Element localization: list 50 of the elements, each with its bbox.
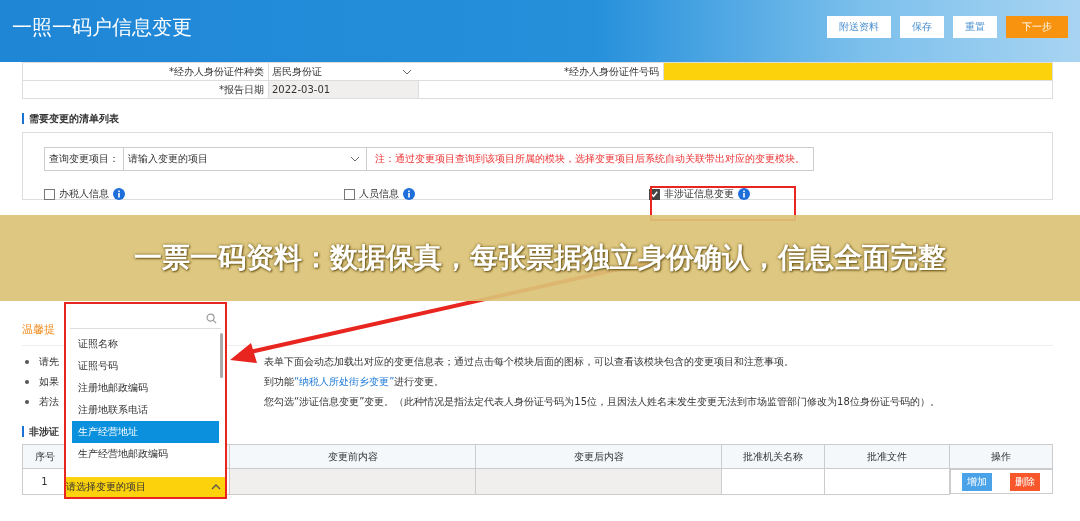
chevron-down-icon bbox=[402, 68, 412, 75]
section-title: 需要变更的清单列表 bbox=[22, 113, 119, 124]
checkbox[interactable] bbox=[44, 188, 55, 200]
column-header: 变更前内容 bbox=[229, 444, 476, 469]
tip-text: 到功能 bbox=[264, 375, 294, 389]
dropdown-option[interactable]: 证照号码 bbox=[72, 355, 219, 377]
toolbar-button[interactable]: 重置 bbox=[953, 16, 997, 38]
checkbox[interactable] bbox=[344, 188, 355, 200]
chevron-down-icon bbox=[350, 156, 360, 162]
dropdown-option[interactable]: 生产经营地邮政编码 bbox=[72, 443, 219, 465]
page-title: 一照一码户信息变更 bbox=[12, 13, 192, 41]
bullet-icon bbox=[25, 400, 29, 404]
toolbar-button[interactable]: 保存 bbox=[900, 16, 944, 38]
toolbar-button[interactable]: 附送资料 bbox=[827, 16, 891, 38]
section-title: 非涉证 bbox=[22, 426, 59, 437]
chevron-up-icon bbox=[211, 484, 221, 490]
tips-title: 温馨提 bbox=[22, 322, 55, 337]
scrollbar-thumb[interactable] bbox=[220, 333, 223, 378]
column-header: 批准文件 bbox=[824, 444, 950, 469]
column-header: 批准机关名称 bbox=[721, 444, 825, 469]
info-icon[interactable] bbox=[403, 188, 415, 200]
query-label: 查询变更项目： bbox=[45, 148, 124, 170]
checkbox-label: 人员信息 bbox=[359, 187, 399, 201]
query-note: 注：通过变更项目查询到该项目所属的模块，选择变更项目后系统自动关联带出对应的变更模块。 bbox=[374, 152, 806, 166]
input-field[interactable] bbox=[663, 63, 1052, 80]
column-header: 操作 bbox=[949, 444, 1053, 469]
tip-text: 如果 bbox=[39, 375, 59, 389]
bullet-icon bbox=[25, 380, 29, 384]
checkbox-label: 办税人信息 bbox=[59, 187, 109, 201]
caption-text: 一票一码资料：数据保真，每张票据独立身份确认，信息全面完整 bbox=[133, 241, 947, 275]
column-header: 序号 bbox=[22, 444, 67, 469]
select-field[interactable]: 请选择变更的项目 bbox=[66, 477, 225, 497]
date-field[interactable]: 2022-03-01 bbox=[268, 81, 418, 98]
info-icon[interactable] bbox=[738, 188, 750, 200]
query-select[interactable]: 请输入变更的项目 bbox=[124, 148, 367, 170]
info-icon[interactable] bbox=[113, 188, 125, 200]
tip-text: 进行变更。 bbox=[394, 375, 445, 389]
tip-text: 表单下面会动态加载出对应的变更信息表；通过点击每个模块后面的图标，可以查看该模块包含的变更项目和注意事项。 bbox=[264, 355, 794, 369]
tip-text: 请先 bbox=[39, 355, 59, 369]
dropdown-option[interactable]: 证照名称 bbox=[72, 333, 219, 355]
dropdown-option[interactable]: 注册地邮政编码 bbox=[72, 377, 219, 399]
column-header: 变更后内容 bbox=[475, 444, 722, 469]
bullet-icon bbox=[25, 360, 29, 364]
dropdown-option[interactable]: 注册地联系电话 bbox=[72, 399, 219, 421]
checkbox[interactable] bbox=[649, 188, 660, 200]
tip-link[interactable]: “纳税人所处街乡变更” bbox=[294, 375, 395, 389]
search-icon bbox=[206, 312, 217, 324]
tip-text: 若法 bbox=[39, 395, 59, 409]
checkbox-label: 非涉证信息变更 bbox=[664, 187, 734, 201]
tip-text: 您勾选“涉证信息变更”变更。（此种情况是指法定代表人身份证号码为15位，且因法人姓名未发生变更无法到市场监管部门修改为18位身份证号码的）。 bbox=[264, 395, 940, 409]
